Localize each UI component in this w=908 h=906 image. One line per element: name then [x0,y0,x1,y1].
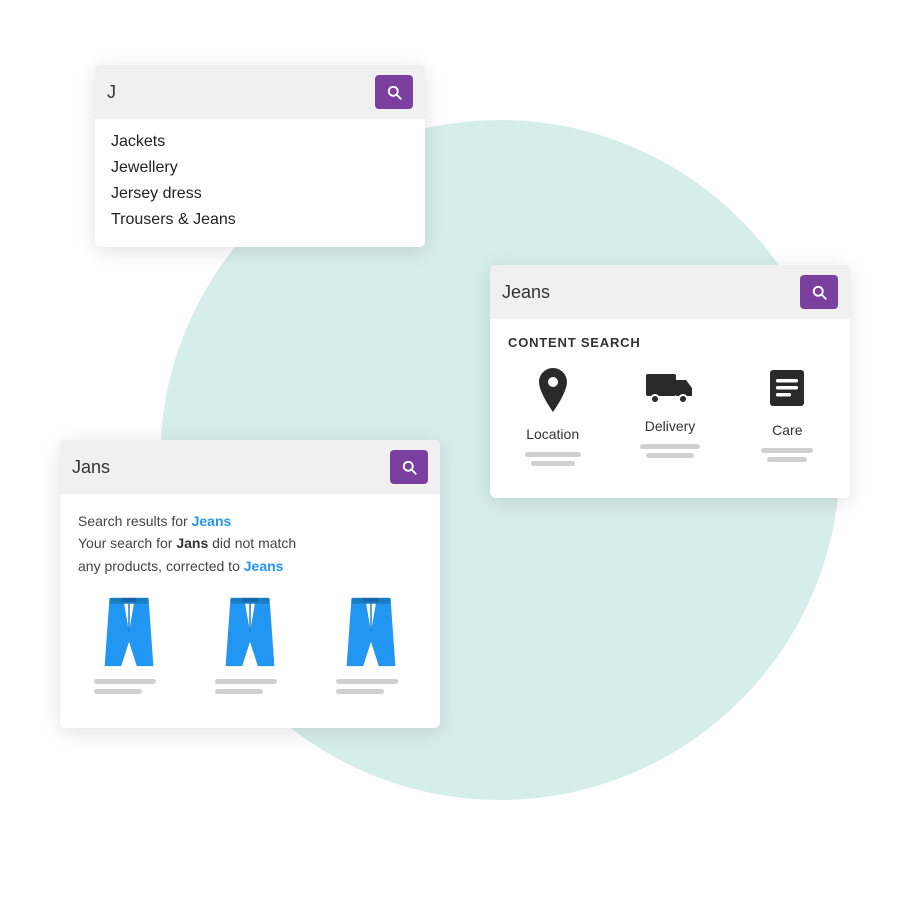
search-icon [385,83,403,101]
line [767,457,807,462]
fuzzy-line2-prefix: Your search for [78,535,176,551]
product-item[interactable] [199,593,302,694]
search-icon [810,283,828,301]
line [531,461,575,466]
content-search-location-item[interactable]: Location [508,366,597,466]
card-content-search: CONTENT SEARCH Location [490,265,850,498]
product-line [336,689,384,694]
content-search-icons-row: Location [508,366,832,466]
care-icon [766,366,808,416]
search-icon [400,458,418,476]
fuzzy-misspelled-term: Jans [176,535,208,551]
fuzzy-line3-prefix: any products, corrected to [78,558,244,574]
jeans-icon [341,593,401,671]
content-search-input[interactable] [502,282,792,303]
product-line [94,679,156,684]
line [640,444,700,449]
fuzzy-search-input[interactable] [72,457,382,478]
location-lines [508,452,597,466]
content-search-delivery-item[interactable]: Delivery [625,366,714,458]
autocomplete-list: Jackets Jewellery Jersey dress Trousers … [95,119,425,247]
care-lines [743,448,832,462]
product-line [336,679,398,684]
jeans-icon [220,593,280,671]
product-lines [336,679,406,694]
scene: Jackets Jewellery Jersey dress Trousers … [0,0,908,906]
autocomplete-item[interactable]: Jackets [111,133,409,151]
product-row [78,593,422,694]
delivery-icon [644,366,696,412]
autocomplete-search-input[interactable] [107,82,367,103]
jeans-icon [99,593,159,671]
fuzzy-result-text: Search results for Jeans Your search for… [78,510,422,577]
product-lines [94,679,164,694]
product-line [215,689,263,694]
autocomplete-item[interactable]: Trousers & Jeans [111,211,409,229]
care-label: Care [772,422,802,438]
content-search-care-item[interactable]: Care [743,366,832,462]
fuzzy-line1-term: Jeans [192,513,232,529]
line [761,448,813,453]
fuzzy-search-button[interactable] [390,450,428,484]
autocomplete-item[interactable]: Jewellery [111,159,409,177]
fuzzy-line1-prefix: Search results for [78,513,192,529]
product-line [94,689,142,694]
delivery-lines [625,444,714,458]
autocomplete-item[interactable]: Jersey dress [111,185,409,203]
line [646,453,694,458]
fuzzy-corrected-term: Jeans [244,558,284,574]
location-label: Location [526,426,579,442]
fuzzy-search-bar [60,440,440,494]
content-search-button[interactable] [800,275,838,309]
delivery-label: Delivery [645,418,696,434]
autocomplete-search-bar [95,65,425,119]
fuzzy-body: Search results for Jeans Your search for… [60,494,440,728]
product-item[interactable] [319,593,422,694]
fuzzy-line2-suffix: did not match [208,535,296,551]
product-lines [215,679,285,694]
product-item[interactable] [78,593,181,694]
content-search-title: CONTENT SEARCH [508,335,832,350]
card-fuzzy-search: Search results for Jeans Your search for… [60,440,440,728]
content-search-bar [490,265,850,319]
location-icon [532,366,574,420]
card-autocomplete: Jackets Jewellery Jersey dress Trousers … [95,65,425,247]
product-line [215,679,277,684]
autocomplete-search-button[interactable] [375,75,413,109]
line [525,452,581,457]
content-search-body: CONTENT SEARCH Location [490,319,850,498]
